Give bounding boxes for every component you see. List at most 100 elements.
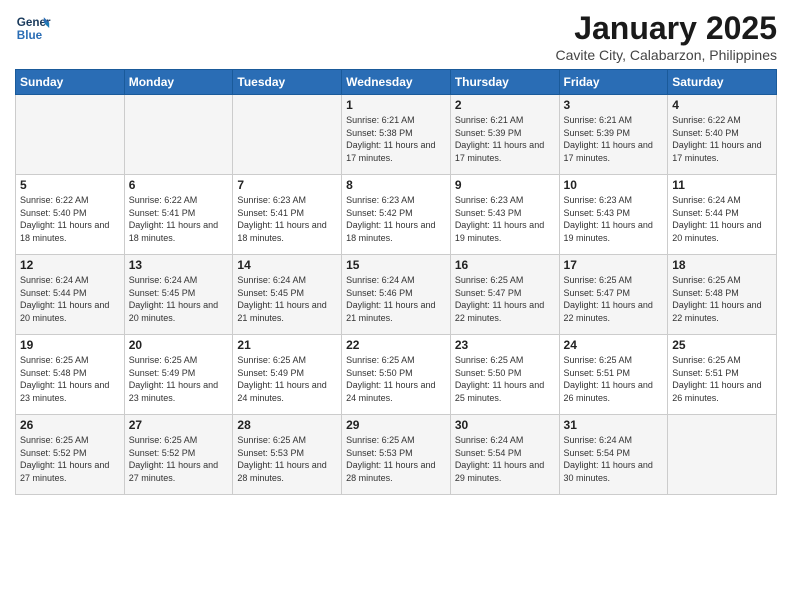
- calendar-cell: 19 Sunrise: 6:25 AM Sunset: 5:48 PM Dayli…: [16, 335, 125, 415]
- day-info: Sunrise: 6:21 AM Sunset: 5:38 PM Dayligh…: [346, 114, 446, 164]
- calendar-cell: 22 Sunrise: 6:25 AM Sunset: 5:50 PM Dayli…: [342, 335, 451, 415]
- day-number: 3: [564, 98, 664, 112]
- calendar-cell: 12Sunrise: 6:24 AM Sunset: 5:44 PM Dayli…: [16, 255, 125, 335]
- calendar-cell: 13 Sunrise: 6:24 AM Sunset: 5:45 PM Dayli…: [124, 255, 233, 335]
- calendar-cell: 31Sunrise: 6:24 AM Sunset: 5:54 PM Dayli…: [559, 415, 668, 495]
- calendar-cell: 4 Sunrise: 6:22 AM Sunset: 5:40 PM Daylig…: [668, 95, 777, 175]
- calendar-week-2: 12Sunrise: 6:24 AM Sunset: 5:44 PM Dayli…: [16, 255, 777, 335]
- day-info: Sunrise: 6:23 AM Sunset: 5:42 PM Dayligh…: [346, 194, 446, 244]
- calendar-cell: 10Sunrise: 6:23 AM Sunset: 5:43 PM Dayli…: [559, 175, 668, 255]
- col-tuesday: Tuesday: [233, 70, 342, 95]
- day-number: 13: [129, 258, 229, 272]
- day-number: 26: [20, 418, 120, 432]
- day-number: 27: [129, 418, 229, 432]
- col-thursday: Thursday: [450, 70, 559, 95]
- day-info: Sunrise: 6:24 AM Sunset: 5:44 PM Dayligh…: [672, 194, 772, 244]
- calendar-cell: 17 Sunrise: 6:25 AM Sunset: 5:47 PM Dayli…: [559, 255, 668, 335]
- day-info: Sunrise: 6:22 AM Sunset: 5:41 PM Dayligh…: [129, 194, 229, 244]
- day-info: Sunrise: 6:25 AM Sunset: 5:51 PM Dayligh…: [672, 354, 772, 404]
- day-number: 28: [237, 418, 337, 432]
- day-number: 4: [672, 98, 772, 112]
- day-number: 23: [455, 338, 555, 352]
- header: General Blue January 2025 Cavite City, C…: [15, 10, 777, 63]
- calendar-cell: 6 Sunrise: 6:22 AM Sunset: 5:41 PM Daylig…: [124, 175, 233, 255]
- calendar-cell: 18 Sunrise: 6:25 AM Sunset: 5:48 PM Dayli…: [668, 255, 777, 335]
- day-info: Sunrise: 6:25 AM Sunset: 5:48 PM Dayligh…: [20, 354, 120, 404]
- day-info: Sunrise: 6:25 AM Sunset: 5:50 PM Dayligh…: [455, 354, 555, 404]
- day-info: Sunrise: 6:25 AM Sunset: 5:52 PM Dayligh…: [20, 434, 120, 484]
- day-number: 17: [564, 258, 664, 272]
- day-info: Sunrise: 6:22 AM Sunset: 5:40 PM Dayligh…: [672, 114, 772, 164]
- day-number: 30: [455, 418, 555, 432]
- calendar-cell: 29 Sunrise: 6:25 AM Sunset: 5:53 PM Dayli…: [342, 415, 451, 495]
- day-info: Sunrise: 6:25 AM Sunset: 5:53 PM Dayligh…: [237, 434, 337, 484]
- calendar-cell: 16Sunrise: 6:25 AM Sunset: 5:47 PM Dayli…: [450, 255, 559, 335]
- day-info: Sunrise: 6:25 AM Sunset: 5:50 PM Dayligh…: [346, 354, 446, 404]
- calendar-week-3: 19 Sunrise: 6:25 AM Sunset: 5:48 PM Dayli…: [16, 335, 777, 415]
- subtitle: Cavite City, Calabarzon, Philippines: [555, 47, 777, 63]
- header-row: Sunday Monday Tuesday Wednesday Thursday…: [16, 70, 777, 95]
- logo: General Blue: [15, 10, 51, 46]
- calendar-cell: 8 Sunrise: 6:23 AM Sunset: 5:42 PM Daylig…: [342, 175, 451, 255]
- day-info: Sunrise: 6:25 AM Sunset: 5:51 PM Dayligh…: [564, 354, 664, 404]
- day-number: 18: [672, 258, 772, 272]
- calendar-cell: [124, 95, 233, 175]
- day-info: Sunrise: 6:25 AM Sunset: 5:48 PM Dayligh…: [672, 274, 772, 324]
- day-number: 10: [564, 178, 664, 192]
- col-friday: Friday: [559, 70, 668, 95]
- calendar-cell: 23 Sunrise: 6:25 AM Sunset: 5:50 PM Dayli…: [450, 335, 559, 415]
- calendar-cell: 26 Sunrise: 6:25 AM Sunset: 5:52 PM Dayli…: [16, 415, 125, 495]
- calendar-cell: 28 Sunrise: 6:25 AM Sunset: 5:53 PM Dayli…: [233, 415, 342, 495]
- day-info: Sunrise: 6:21 AM Sunset: 5:39 PM Dayligh…: [564, 114, 664, 164]
- calendar-cell: [668, 415, 777, 495]
- day-info: Sunrise: 6:23 AM Sunset: 5:41 PM Dayligh…: [237, 194, 337, 244]
- calendar-cell: [233, 95, 342, 175]
- calendar-cell: 1Sunrise: 6:21 AM Sunset: 5:38 PM Daylig…: [342, 95, 451, 175]
- calendar-cell: 14 Sunrise: 6:24 AM Sunset: 5:45 PM Dayli…: [233, 255, 342, 335]
- calendar-cell: [16, 95, 125, 175]
- col-sunday: Sunday: [16, 70, 125, 95]
- day-info: Sunrise: 6:24 AM Sunset: 5:45 PM Dayligh…: [129, 274, 229, 324]
- day-info: Sunrise: 6:25 AM Sunset: 5:47 PM Dayligh…: [564, 274, 664, 324]
- day-number: 22: [346, 338, 446, 352]
- day-number: 8: [346, 178, 446, 192]
- day-number: 2: [455, 98, 555, 112]
- day-info: Sunrise: 6:24 AM Sunset: 5:45 PM Dayligh…: [237, 274, 337, 324]
- col-monday: Monday: [124, 70, 233, 95]
- day-number: 19: [20, 338, 120, 352]
- day-info: Sunrise: 6:21 AM Sunset: 5:39 PM Dayligh…: [455, 114, 555, 164]
- calendar-week-4: 26 Sunrise: 6:25 AM Sunset: 5:52 PM Dayli…: [16, 415, 777, 495]
- calendar-cell: 9Sunrise: 6:23 AM Sunset: 5:43 PM Daylig…: [450, 175, 559, 255]
- calendar-cell: 21 Sunrise: 6:25 AM Sunset: 5:49 PM Dayli…: [233, 335, 342, 415]
- calendar-cell: 15 Sunrise: 6:24 AM Sunset: 5:46 PM Dayli…: [342, 255, 451, 335]
- day-number: 6: [129, 178, 229, 192]
- day-number: 20: [129, 338, 229, 352]
- day-number: 7: [237, 178, 337, 192]
- col-saturday: Saturday: [668, 70, 777, 95]
- day-info: Sunrise: 6:24 AM Sunset: 5:54 PM Dayligh…: [455, 434, 555, 484]
- day-info: Sunrise: 6:24 AM Sunset: 5:44 PM Dayligh…: [20, 274, 120, 324]
- day-number: 14: [237, 258, 337, 272]
- day-number: 15: [346, 258, 446, 272]
- day-info: Sunrise: 6:25 AM Sunset: 5:53 PM Dayligh…: [346, 434, 446, 484]
- calendar-table: Sunday Monday Tuesday Wednesday Thursday…: [15, 69, 777, 495]
- day-number: 29: [346, 418, 446, 432]
- calendar-cell: 20Sunrise: 6:25 AM Sunset: 5:49 PM Dayli…: [124, 335, 233, 415]
- day-info: Sunrise: 6:24 AM Sunset: 5:46 PM Dayligh…: [346, 274, 446, 324]
- calendar-week-0: 1Sunrise: 6:21 AM Sunset: 5:38 PM Daylig…: [16, 95, 777, 175]
- day-info: Sunrise: 6:23 AM Sunset: 5:43 PM Dayligh…: [455, 194, 555, 244]
- day-number: 21: [237, 338, 337, 352]
- day-info: Sunrise: 6:22 AM Sunset: 5:40 PM Dayligh…: [20, 194, 120, 244]
- calendar-week-1: 5Sunrise: 6:22 AM Sunset: 5:40 PM Daylig…: [16, 175, 777, 255]
- calendar-cell: 11Sunrise: 6:24 AM Sunset: 5:44 PM Dayli…: [668, 175, 777, 255]
- logo-icon: General Blue: [15, 10, 51, 46]
- day-info: Sunrise: 6:24 AM Sunset: 5:54 PM Dayligh…: [564, 434, 664, 484]
- calendar-cell: 2 Sunrise: 6:21 AM Sunset: 5:39 PM Daylig…: [450, 95, 559, 175]
- calendar-cell: 7 Sunrise: 6:23 AM Sunset: 5:41 PM Daylig…: [233, 175, 342, 255]
- day-info: Sunrise: 6:25 AM Sunset: 5:49 PM Dayligh…: [237, 354, 337, 404]
- calendar-cell: 25Sunrise: 6:25 AM Sunset: 5:51 PM Dayli…: [668, 335, 777, 415]
- day-info: Sunrise: 6:25 AM Sunset: 5:52 PM Dayligh…: [129, 434, 229, 484]
- month-title: January 2025: [555, 10, 777, 47]
- calendar-cell: 27 Sunrise: 6:25 AM Sunset: 5:52 PM Dayli…: [124, 415, 233, 495]
- col-wednesday: Wednesday: [342, 70, 451, 95]
